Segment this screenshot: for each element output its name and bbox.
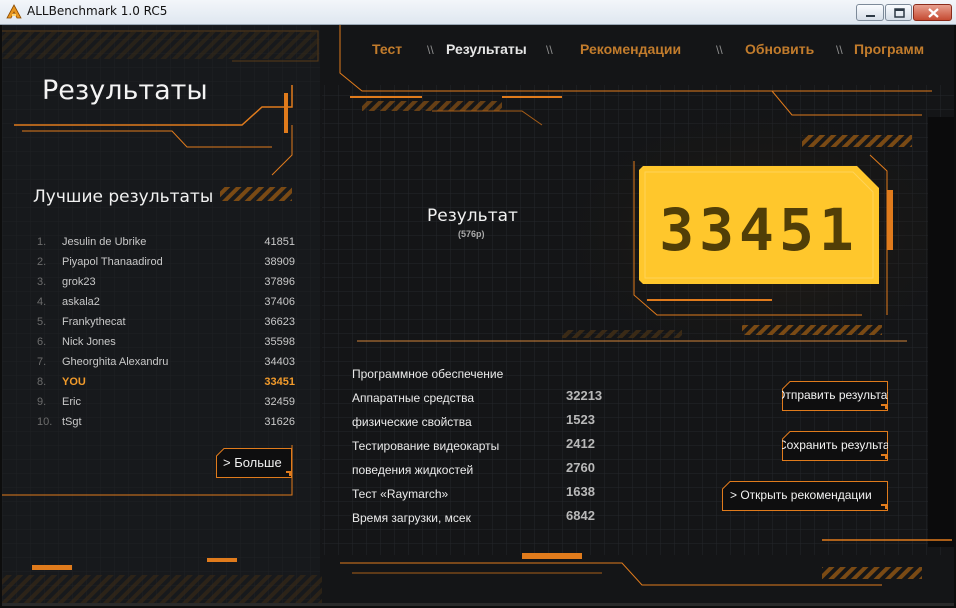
nav-separator: \\ [546, 43, 553, 57]
leaderboard-rank: 6. [37, 336, 47, 348]
more-results-label: > Больше [223, 455, 282, 470]
leaderboard-score: 37406 [264, 296, 295, 308]
minimize-button[interactable] [856, 4, 884, 21]
leaderboard-rank: 7. [37, 356, 47, 368]
leaderboard-rank: 3. [37, 276, 47, 288]
stat-value-fluids: 2760 [566, 460, 595, 475]
leaderboard-rank: 8. [37, 376, 47, 388]
window-title: ALLBenchmark 1.0 RC5 [27, 4, 168, 18]
leaderboard-name: Gheorghita Alexandru [62, 356, 169, 368]
stat-value-hardware: 32213 [566, 388, 603, 403]
leaderboard-score: 32459 [264, 396, 295, 408]
app-window: ALLBenchmark 1.0 RC5 Результаты Тест \\ … [0, 0, 956, 608]
send-result-label: Отправить результат [782, 388, 888, 402]
leaderboard-name: tSgt [62, 416, 82, 428]
more-results-button[interactable]: > Больше [216, 448, 292, 478]
stat-label-gpu-test: Тестирование видеокарты [352, 439, 500, 453]
leaderboard-score: 41851 [264, 236, 295, 248]
leaderboard-row: 1. Jesulin de Ubrike 41851 [37, 233, 295, 253]
open-recommendations-label: > Открыть рекомендации [730, 488, 872, 502]
stat-label-load-time: Время загрузки, мсек [352, 511, 471, 525]
save-result-label: Сохранить результат [782, 438, 888, 452]
send-result-button[interactable]: Отправить результат [782, 381, 888, 411]
nav-separator: \\ [716, 43, 723, 57]
leaderboard-name: grok23 [62, 276, 96, 288]
leaderboard-row: 6. Nick Jones 35598 [37, 333, 295, 353]
save-result-button[interactable]: Сохранить результат [782, 431, 888, 461]
open-recommendations-button[interactable]: > Открыть рекомендации [722, 481, 888, 511]
close-icon [928, 8, 939, 18]
leaderboard-score: 38909 [264, 256, 295, 268]
leaderboard-rank: 9. [37, 396, 47, 408]
leaderboard-row: 7. Gheorghita Alexandru 34403 [37, 353, 295, 373]
leaderboard-row: 4. askala2 37406 [37, 293, 295, 313]
nav-item-results[interactable]: Результаты [446, 41, 527, 57]
minimize-icon [866, 15, 875, 17]
leaderboard-row: 10. tSgt 31626 [37, 413, 295, 433]
maximize-icon [894, 8, 905, 18]
stat-label-raymarch: Тест «Raymarch» [352, 487, 449, 501]
result-label: Результат [427, 206, 518, 226]
leaderboard-name: askala2 [62, 296, 100, 308]
leaderboard-rank: 5. [37, 316, 47, 328]
leaderboard-name: Piyapol Thanaadirod [62, 256, 163, 268]
leaderboard-row: 9. Eric 32459 [37, 393, 295, 413]
leaderboard-name: Frankythecat [62, 316, 126, 328]
leaderboard-score: 37896 [264, 276, 295, 288]
leaderboard-row: 2. Piyapol Thanaadirod 38909 [37, 253, 295, 273]
leaderboard-rank: 2. [37, 256, 47, 268]
leaderboard-rank: 4. [37, 296, 47, 308]
leaderboard-name: Eric [62, 396, 81, 408]
leaderboard-name: Jesulin de Ubrike [62, 236, 147, 248]
page-title: Результаты [42, 75, 208, 106]
app-content: Результаты Тест \\ Результаты \\ Рекомен… [2, 25, 954, 606]
maximize-button[interactable] [885, 4, 912, 21]
leaderboard-rank: 1. [37, 236, 47, 248]
stat-label-software: Программное обеспечение [352, 367, 504, 381]
leaderboard-score: 36623 [264, 316, 295, 328]
stat-label-hardware: Аппаратные средства [352, 391, 475, 405]
result-resolution: (576p) [458, 229, 485, 239]
leaderboard-score: 35598 [264, 336, 295, 348]
nav-item-update[interactable]: Обновить [745, 41, 814, 57]
leaderboard-rank: 10. [37, 416, 53, 428]
leaderboard-score: 31626 [264, 416, 295, 428]
leaderboard-row-current-user: 8. YOU 33451 [37, 373, 295, 393]
stat-value-physics: 1523 [566, 412, 595, 427]
nav-item-recommendations[interactable]: Рекомендации [580, 41, 681, 57]
leaderboard-title: Лучшие результаты [33, 187, 214, 207]
stat-value-load-time: 6842 [566, 508, 595, 523]
leaderboard-row: 3. grok23 37896 [37, 273, 295, 293]
nav-separator: \\ [427, 43, 434, 57]
nav-separator: \\ [836, 43, 843, 57]
stat-label-physics: физические свойства [352, 415, 472, 429]
leaderboard-name: Nick Jones [62, 336, 116, 348]
total-score-value: 33451 [659, 196, 859, 264]
nav-item-program[interactable]: Программ [854, 41, 924, 57]
stat-label-fluids: поведения жидкостей [352, 463, 474, 477]
title-bar[interactable]: ALLBenchmark 1.0 RC5 [0, 0, 956, 25]
app-logo-icon [6, 4, 22, 19]
leaderboard-score: 33451 [264, 376, 295, 388]
stat-value-raymarch: 1638 [566, 484, 595, 499]
stat-value-gpu-test: 2412 [566, 436, 595, 451]
total-score-display: 33451 [639, 166, 879, 284]
nav-item-test[interactable]: Тест [372, 41, 402, 57]
leaderboard-row: 5. Frankythecat 36623 [37, 313, 295, 333]
leaderboard-score: 34403 [264, 356, 295, 368]
leaderboard-name: YOU [62, 376, 86, 388]
close-button[interactable] [913, 4, 952, 21]
